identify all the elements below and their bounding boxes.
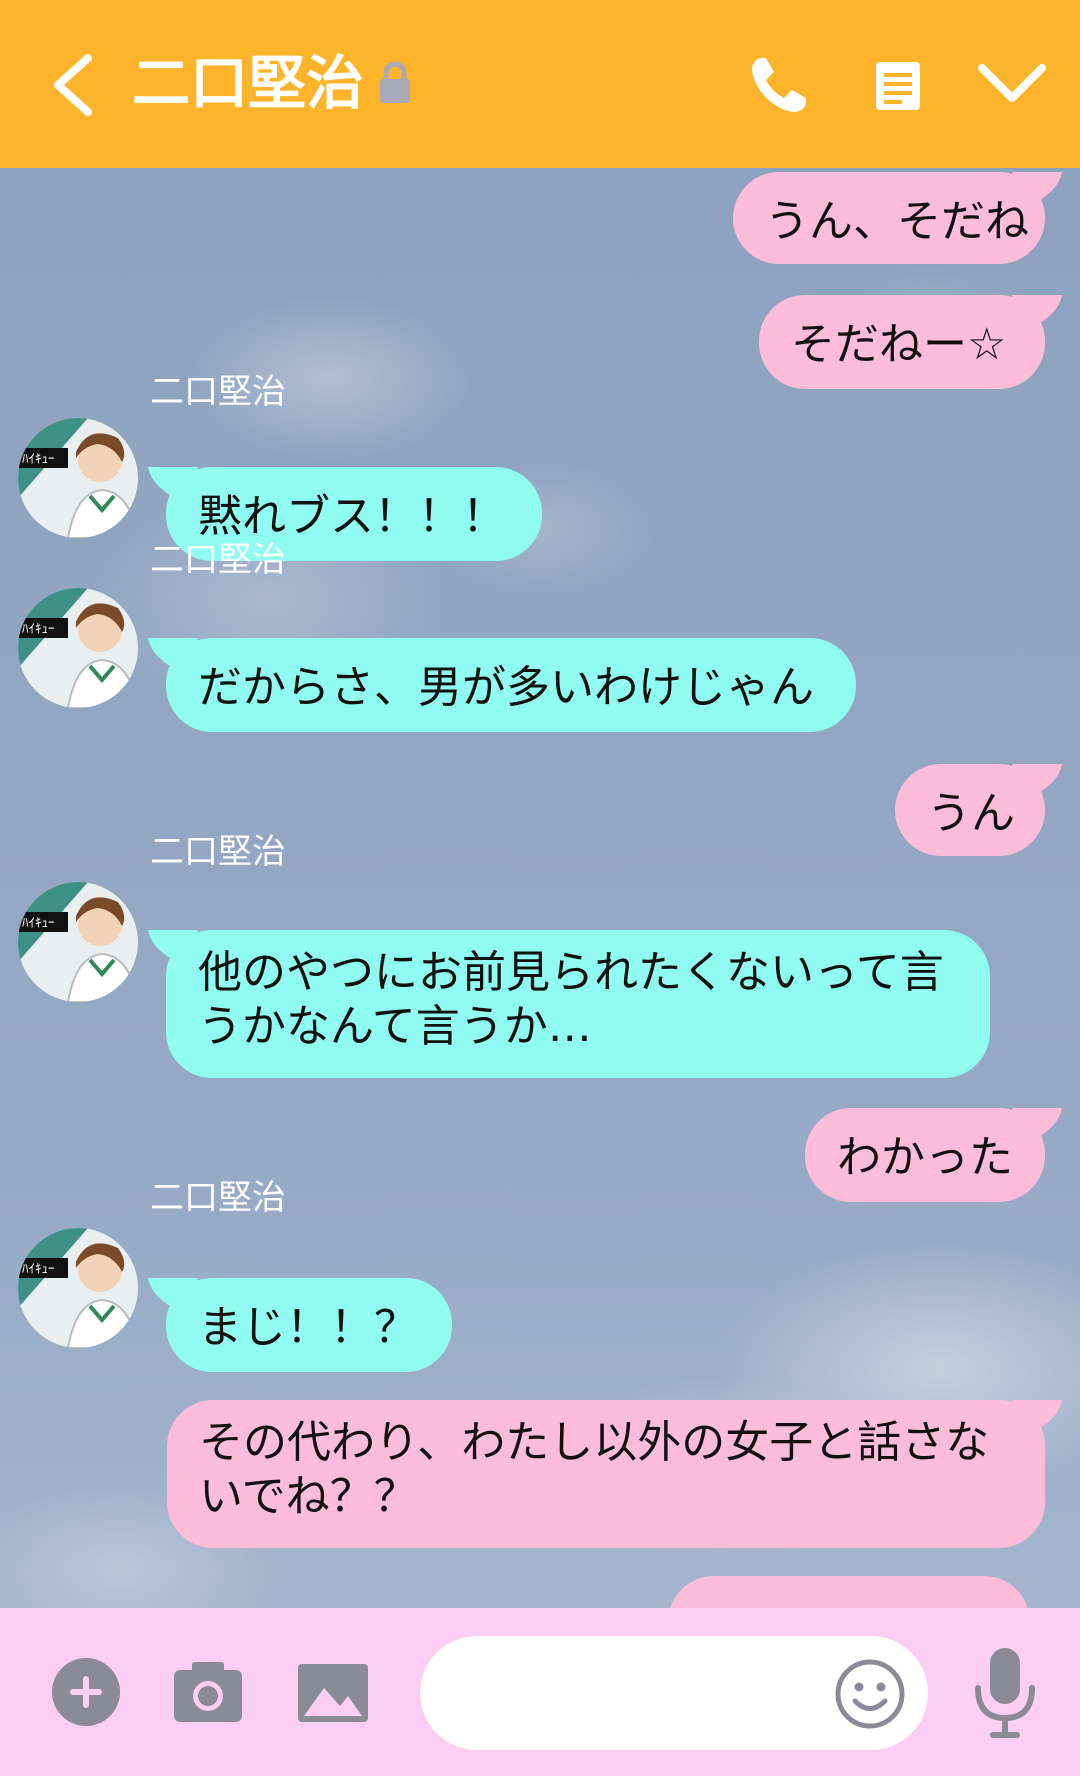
contact-avatar[interactable]: ﾊｲｷｭｰ (18, 1228, 138, 1348)
sender-name: 二口堅治 (150, 372, 286, 412)
bubble-tail (148, 1278, 198, 1314)
bubble-tail (1012, 764, 1062, 800)
svg-text:ﾊｲｷｭｰ: ﾊｲｷｭｰ (22, 916, 55, 931)
svg-text:ﾊｲｷｭｰ: ﾊｲｷｭｰ (22, 622, 55, 637)
bubble-tail (148, 930, 198, 966)
avatar-image: ﾊｲｷｭｰ (18, 882, 138, 1002)
bubble-tail (148, 467, 198, 503)
avatar-image: ﾊｲｷｭｰ (18, 1228, 138, 1348)
outgoing-message[interactable]: その代わり、わたし以外の女子と話さないでね？？ (167, 1400, 1045, 1548)
svg-text:ﾊｲｷｭｰ: ﾊｲｷｭｰ (22, 452, 55, 467)
outgoing-message[interactable]: そだねー☆ (759, 295, 1045, 389)
plus-icon[interactable] (50, 1656, 122, 1728)
avatar-image: ﾊｲｷｭｰ (18, 588, 138, 708)
svg-text:ﾊｲｷｭｰ: ﾊｲｷｭｰ (22, 1262, 55, 1277)
chevron-down-icon[interactable] (976, 62, 1048, 106)
sender-name: 二口堅治 (150, 1178, 286, 1218)
bubble-tail (1012, 1108, 1062, 1144)
bubble-tail (1012, 295, 1062, 331)
image-icon[interactable] (296, 1662, 370, 1724)
outgoing-message[interactable]: わかった (805, 1108, 1045, 1202)
chevron-left-icon[interactable] (48, 52, 96, 118)
phone-icon[interactable] (748, 54, 810, 116)
chat-title: 二口堅治 (132, 49, 365, 117)
outgoing-message[interactable]: うん、そだね (733, 172, 1045, 264)
notes-icon[interactable] (874, 60, 922, 112)
avatar-image: ﾊｲｷｭｰ (18, 418, 138, 538)
sender-name: 二口堅治 (150, 832, 286, 872)
bubble-tail (1012, 1400, 1062, 1436)
contact-avatar[interactable]: ﾊｲｷｭｰ (18, 882, 138, 1002)
outgoing-message-partial[interactable] (668, 1576, 1030, 1608)
microphone-icon[interactable] (970, 1646, 1040, 1742)
incoming-message[interactable]: だからさ、男が多いわけじゃん (166, 638, 856, 732)
incoming-message[interactable]: 他のやつにお前見られたくないって言うかなんて言うか… (166, 930, 990, 1078)
lock-icon (380, 61, 410, 103)
incoming-message[interactable]: まじ！！？ (166, 1278, 452, 1372)
chat-message-list[interactable]: うん、そだね そだねー☆ ﾊｲｷｭｰ 二口堅治 黙れブス！！！ ﾊｲｷｭｰ 二口… (0, 168, 1080, 1608)
smiley-icon[interactable] (834, 1658, 906, 1730)
bubble-tail (1012, 172, 1062, 208)
sender-name: 二口堅治 (150, 540, 286, 580)
bubble-tail (148, 638, 198, 674)
chat-header: 二口堅治 (0, 0, 1080, 168)
camera-icon[interactable] (172, 1660, 244, 1724)
contact-avatar[interactable]: ﾊｲｷｭｰ (18, 588, 138, 708)
contact-avatar[interactable]: ﾊｲｷｭｰ (18, 418, 138, 538)
message-input-bar (0, 1608, 1080, 1776)
